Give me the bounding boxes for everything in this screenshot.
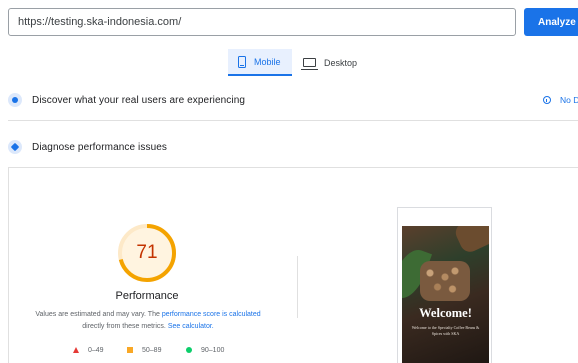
divider bbox=[8, 120, 578, 121]
tab-mobile-label: Mobile bbox=[254, 56, 281, 67]
circle-icon bbox=[186, 347, 192, 353]
triangle-icon bbox=[73, 347, 79, 353]
section-diagnose-label: Diagnose performance issues bbox=[32, 141, 167, 153]
legend-average: 50–89 bbox=[127, 344, 161, 356]
section-real-users-label: Discover what your real users are experi… bbox=[32, 94, 246, 106]
screenshot-image: Welcome! Welcome to the Specialty Coffee… bbox=[402, 226, 489, 363]
section-diagnose[interactable]: Diagnose performance issues bbox=[8, 137, 578, 157]
legend-pass: 90–100 bbox=[186, 344, 224, 356]
coffee-beans-shape bbox=[420, 261, 470, 301]
no-data-label: No Da bbox=[560, 95, 578, 105]
tab-desktop-label: Desktop bbox=[324, 57, 358, 68]
page-screenshot: Welcome! Welcome to the Specialty Coffee… bbox=[397, 207, 492, 363]
diagnose-icon bbox=[8, 140, 22, 154]
analyze-button[interactable]: Analyze bbox=[524, 8, 578, 36]
report-card bbox=[8, 167, 578, 363]
screenshot-subtitle: Welcome to the Specialty Coffee Beans & … bbox=[411, 325, 480, 336]
legend-fail-label: 0–49 bbox=[88, 346, 104, 354]
desktop-icon bbox=[301, 58, 318, 70]
square-icon bbox=[127, 347, 133, 353]
tab-desktop[interactable]: Desktop bbox=[301, 49, 367, 76]
sack-shape bbox=[452, 226, 489, 256]
score-calculated-link[interactable]: performance score is calculated bbox=[162, 311, 261, 318]
note-text-2: directly from these metrics. bbox=[82, 323, 168, 330]
tab-mobile[interactable]: Mobile bbox=[228, 49, 292, 76]
phone-icon bbox=[238, 55, 246, 68]
users-icon bbox=[8, 93, 22, 107]
note-text: Values are estimated and may vary. The bbox=[35, 311, 162, 318]
legend-average-label: 50–89 bbox=[142, 346, 162, 354]
vertical-divider bbox=[297, 256, 298, 318]
section-real-users[interactable]: Discover what your real users are experi… bbox=[8, 90, 578, 110]
performance-score: 71 bbox=[136, 242, 158, 263]
legend-pass-label: 90–100 bbox=[201, 346, 225, 354]
no-data-link[interactable]: No Da bbox=[543, 90, 578, 110]
info-icon bbox=[543, 96, 551, 104]
legend-fail: 0–49 bbox=[73, 344, 104, 356]
see-calculator-link[interactable]: See calculator. bbox=[168, 323, 214, 330]
performance-title: Performance bbox=[115, 290, 179, 302]
performance-note: Values are estimated and may vary. The p… bbox=[28, 309, 268, 333]
url-input[interactable] bbox=[8, 8, 516, 36]
screenshot-welcome: Welcome! bbox=[419, 306, 472, 320]
